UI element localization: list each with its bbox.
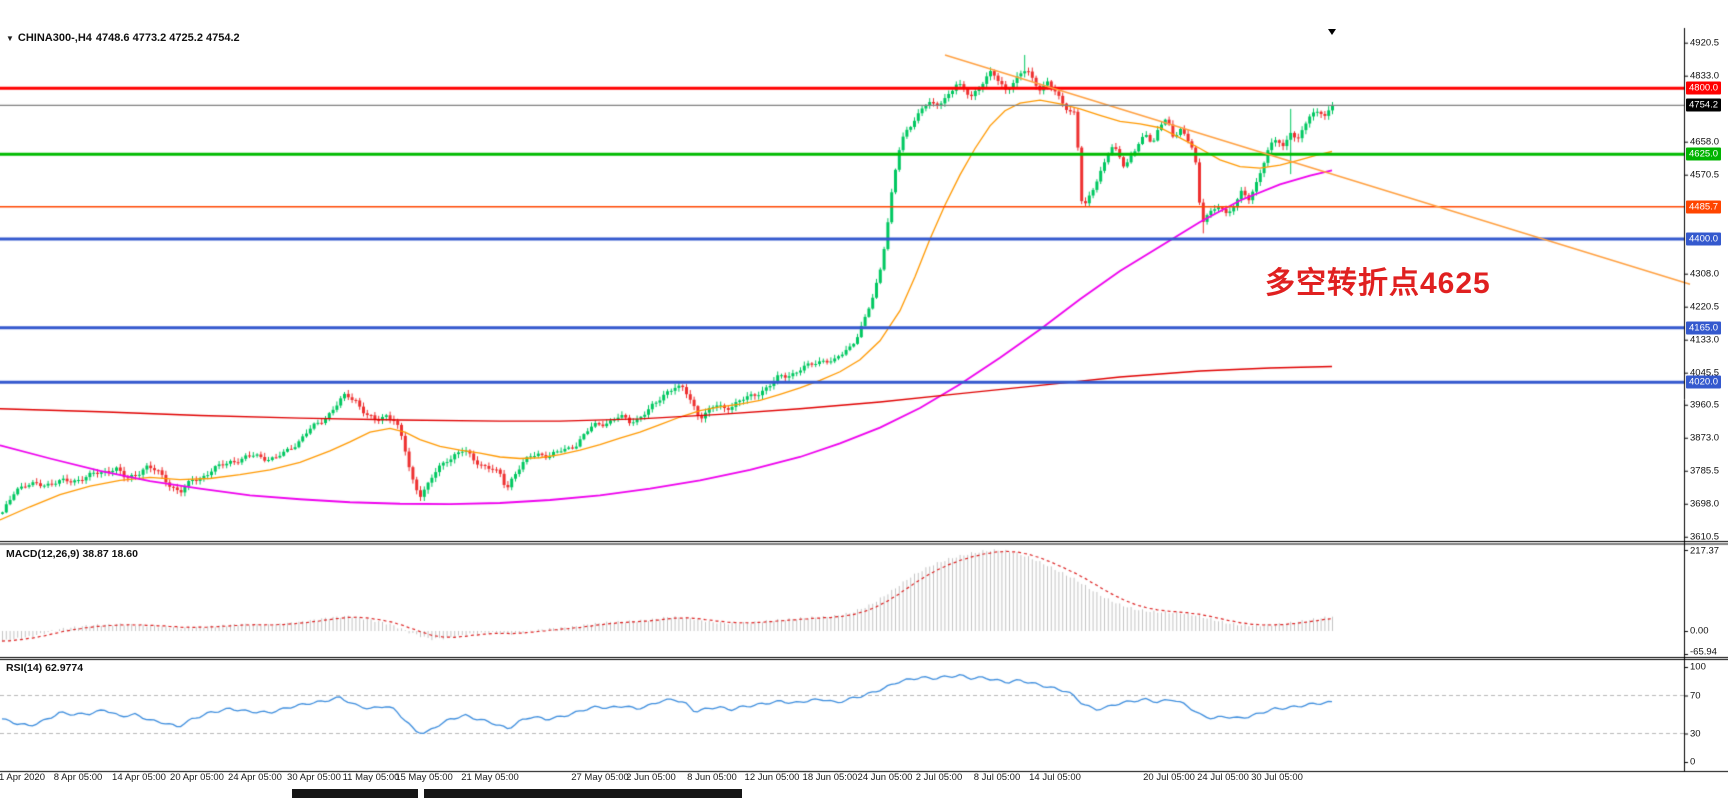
price-axis-tick: 3873.0 <box>1690 432 1728 443</box>
symbol-dropdown-icon[interactable]: ▼ <box>6 34 14 43</box>
date-axis-label: 18 Jun 05:00 <box>803 772 858 783</box>
rsi-name: RSI(14) <box>6 662 42 674</box>
rsi-axis-tick: 30 <box>1690 728 1728 739</box>
macd-axis-tick: -65.94 <box>1690 647 1728 658</box>
date-axis-label: 27 May 05:00 <box>571 772 629 783</box>
taskbar-segment <box>292 789 418 798</box>
date-axis-label: 1 Apr 2020 <box>0 772 45 783</box>
date-axis-label: 14 Jul 05:00 <box>1029 772 1081 783</box>
date-axis-label: 8 Jul 05:00 <box>974 772 1020 783</box>
price-axis-tick: 4308.0 <box>1690 268 1728 279</box>
date-axis-label: 15 May 05:00 <box>395 772 453 783</box>
date-axis-label: 11 May 05:00 <box>343 772 400 783</box>
price-level-badge: 4165.0 <box>1686 321 1721 334</box>
date-axis-label: 30 Jul 05:00 <box>1251 772 1303 783</box>
date-axis-label: 2 Jun 05:00 <box>626 772 676 783</box>
chart-area[interactable] <box>0 0 1728 798</box>
symbol-period-label: CHINA300-,H4 <box>18 32 92 44</box>
date-axis-label: 20 Apr 05:00 <box>170 772 224 783</box>
price-axis-tick: 4570.5 <box>1690 169 1728 180</box>
last-bar-marker-icon <box>1328 29 1336 35</box>
price-axis-tick: 3960.5 <box>1690 399 1728 410</box>
price-axis-tick: 3610.5 <box>1690 531 1728 542</box>
date-axis-label: 14 Apr 05:00 <box>112 772 166 783</box>
macd-main-value: 38.87 <box>82 548 108 560</box>
price-axis-tick: 4833.0 <box>1690 70 1728 81</box>
date-axis-label: 8 Apr 05:00 <box>54 772 103 783</box>
price-axis-tick: 4133.0 <box>1690 334 1728 345</box>
macd-name: MACD(12,26,9) <box>6 548 80 560</box>
macd-pane-label: MACD(12,26,9) 38.87 18.60 <box>6 548 138 560</box>
quote-ohlc-values: 4748.6 4773.2 4725.2 4754.2 <box>96 32 240 44</box>
rsi-axis-tick: 0 <box>1690 757 1728 768</box>
date-axis-label: 21 May 05:00 <box>461 772 519 783</box>
taskbar-segment <box>424 789 742 798</box>
price-level-badge: 4754.2 <box>1686 99 1721 112</box>
date-axis-label: 2 Jul 05:00 <box>916 772 962 783</box>
date-axis-label: 30 Apr 05:00 <box>287 772 341 783</box>
price-level-badge: 4400.0 <box>1686 233 1721 246</box>
macd-axis-tick: 217.37 <box>1690 546 1728 557</box>
date-axis-label: 24 Jun 05:00 <box>858 772 913 783</box>
macd-signal-value: 18.60 <box>112 548 138 560</box>
trading-platform-window: F A T ⇅ ▾ M1M5M15M30H1H4D1W1MN ▼ CHINA30… <box>0 0 1728 798</box>
price-level-badge: 4020.0 <box>1686 376 1721 389</box>
chart-title: ▼ CHINA300-,H4 4748.6 4773.2 4725.2 4754… <box>6 32 240 44</box>
price-axis-tick: 4920.5 <box>1690 37 1728 48</box>
date-axis-label: 24 Apr 05:00 <box>228 772 282 783</box>
rsi-axis-tick: 70 <box>1690 690 1728 701</box>
date-axis-label: 12 Jun 05:00 <box>745 772 800 783</box>
chart-text-annotation: 多空转折点4625 <box>1265 258 1491 302</box>
date-axis-label: 24 Jul 05:00 <box>1197 772 1249 783</box>
price-axis-tick: 4658.0 <box>1690 136 1728 147</box>
price-axis-tick: 4220.5 <box>1690 301 1728 312</box>
date-axis-label: 20 Jul 05:00 <box>1143 772 1195 783</box>
date-axis-label: 8 Jun 05:00 <box>687 772 737 783</box>
price-axis-tick: 3785.5 <box>1690 465 1728 476</box>
price-level-badge: 4485.7 <box>1686 200 1721 213</box>
rsi-axis-tick: 100 <box>1690 662 1728 673</box>
macd-axis-tick: 0.00 <box>1690 626 1728 637</box>
price-level-badge: 4800.0 <box>1686 82 1721 95</box>
rsi-value: 62.9774 <box>45 662 83 674</box>
price-axis-tick: 3698.0 <box>1690 498 1728 509</box>
price-level-badge: 4625.0 <box>1686 148 1721 161</box>
rsi-pane-label: RSI(14) 62.9774 <box>6 662 83 674</box>
